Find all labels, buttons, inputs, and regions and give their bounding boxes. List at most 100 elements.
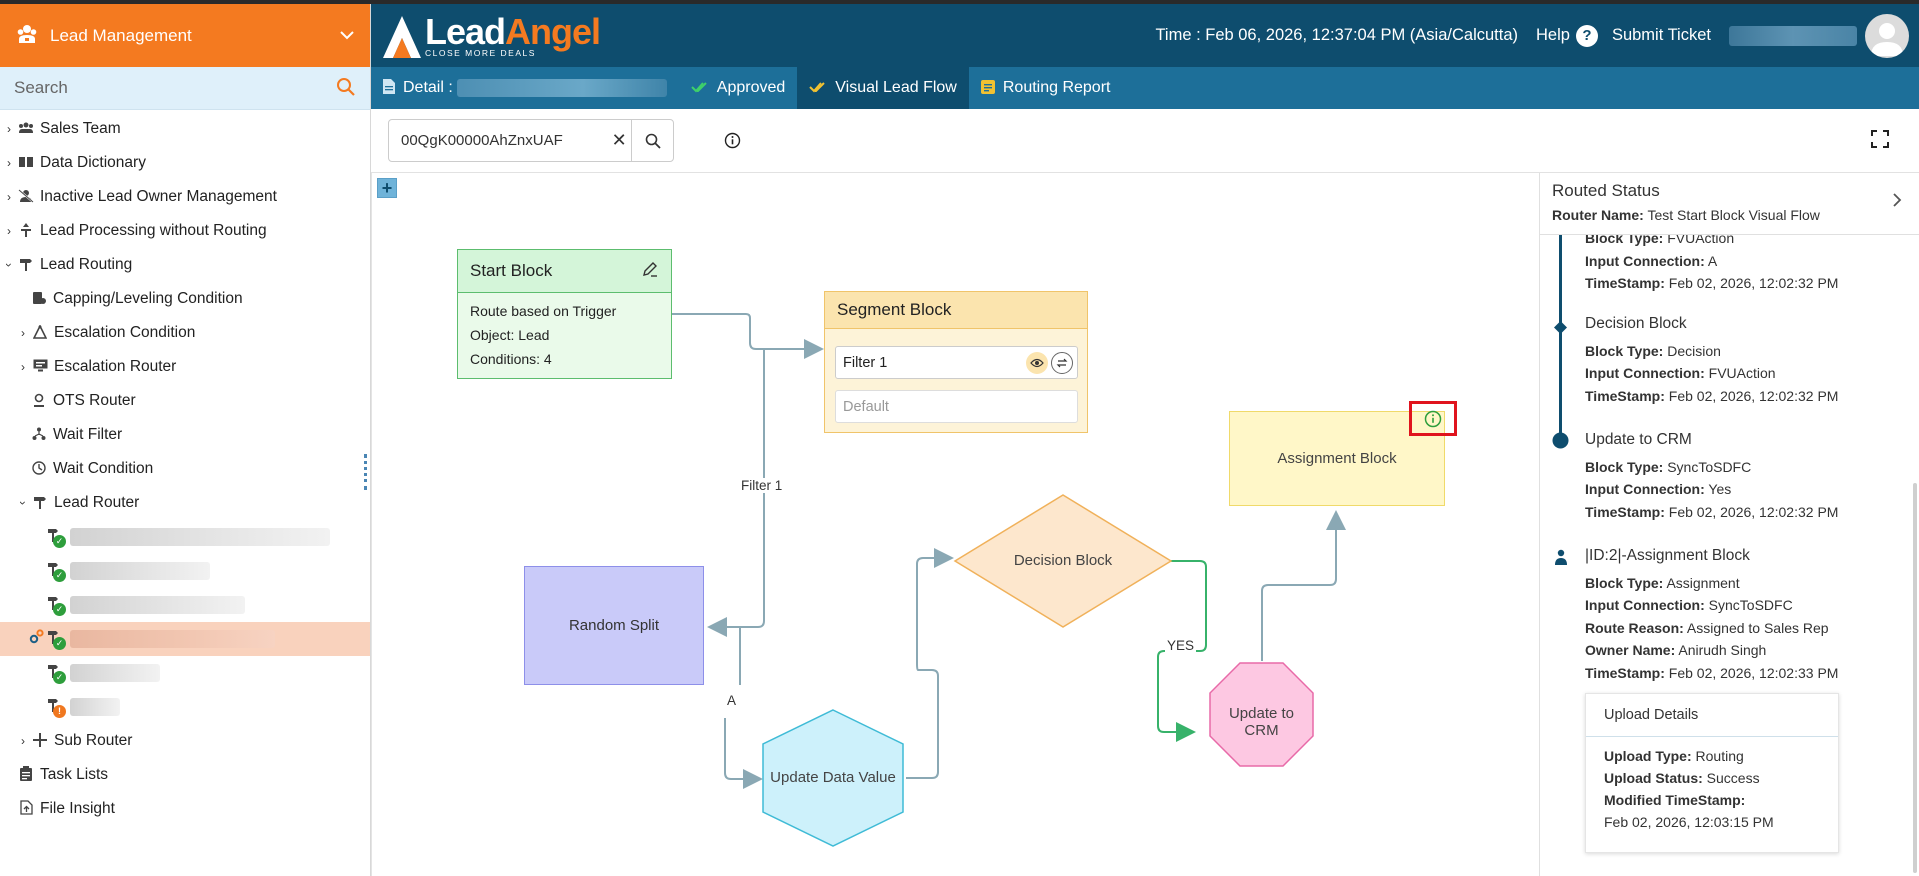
chevron-right-icon[interactable] (1891, 191, 1901, 214)
submit-ticket-link[interactable]: Submit Ticket (1612, 26, 1711, 45)
segment-filter-row[interactable]: Filter 1 (835, 346, 1078, 379)
timeline-entry: Decision Block Block Type: Decision Inpu… (1585, 313, 1838, 407)
field-key: TimeStamp: (1585, 275, 1665, 291)
field-key: Input Connection: (1585, 481, 1705, 497)
field-value: FVUAction (1667, 230, 1735, 246)
sidebar-item-escalation-condition[interactable]: › Escalation Condition (0, 316, 370, 350)
sidebar-item-label: Lead Processing without Routing (40, 222, 267, 239)
help-link[interactable]: Help (1536, 26, 1570, 45)
redacted-username[interactable] (1729, 25, 1857, 46)
chevron-right-icon[interactable]: › (4, 156, 14, 170)
search-icon[interactable] (336, 77, 356, 100)
random-split-block[interactable]: Random Split (524, 566, 704, 685)
entry-name: Update to CRM (1585, 431, 1692, 448)
sidebar-item-sales-team[interactable]: › Sales Team (0, 112, 370, 146)
router-entry[interactable]: ✓ (0, 656, 370, 690)
help-icon[interactable]: ? (1575, 24, 1598, 47)
top-bar: LeadAngel CLOSE MORE DEALS Time : Feb 06… (371, 4, 1919, 67)
connector-label-a: A (725, 693, 739, 708)
sidebar-item-lead-routing[interactable]: › Lead Routing (0, 248, 370, 282)
sidebar-item-wait-filter[interactable]: Wait Filter (0, 418, 370, 452)
edit-icon[interactable] (641, 260, 659, 283)
info-icon[interactable] (1424, 410, 1442, 428)
router-name-key: Router Name: (1552, 207, 1644, 223)
sidebar-item-inactive-lead-owner[interactable]: › Inactive Lead Owner Management (0, 180, 370, 214)
timeline-entry: Block Type: FVUAction Input Connection: … (1585, 227, 1838, 295)
segment-block-title: Segment Block (825, 292, 1087, 329)
router-entry[interactable]: ! (0, 690, 370, 724)
router-entry[interactable]: ✓ (0, 554, 370, 588)
sidebar-item-task-lists[interactable]: Task Lists (0, 758, 370, 792)
tab-visual-lead-flow[interactable]: Visual Lead Flow (797, 67, 969, 109)
flow-canvas[interactable]: + Start Block Route based on Trigger Obj… (371, 173, 1539, 876)
field-key: Upload Status: (1604, 770, 1703, 786)
router-active-icon: ✓ (44, 560, 66, 582)
timeline-line (1559, 235, 1562, 445)
sidebar-item-lead-router[interactable]: › Lead Router (0, 486, 370, 520)
chevron-down-icon[interactable]: › (2, 260, 16, 270)
router-entry[interactable]: ✓ (0, 588, 370, 622)
redacted-router-name (70, 596, 245, 614)
sidebar-item-data-dictionary[interactable]: › Data Dictionary (0, 146, 370, 180)
start-block-title: Start Block (470, 261, 553, 280)
start-block[interactable]: Start Block Route based on Trigger Objec… (457, 249, 672, 379)
segment-block[interactable]: Segment Block Filter 1 Default (824, 291, 1088, 433)
network-icon (30, 427, 48, 444)
upload-details-title: Upload Details (1586, 694, 1838, 737)
chevron-right-icon[interactable]: › (18, 326, 28, 340)
chevron-down-icon[interactable] (340, 27, 354, 45)
segment-default-row[interactable]: Default (835, 390, 1078, 423)
sidebar-item-escalation-router[interactable]: › Escalation Router (0, 350, 370, 384)
crm-dot-icon (1552, 432, 1569, 449)
eye-icon[interactable] (1026, 351, 1048, 374)
field-value: A (1707, 252, 1718, 269)
chevron-right-icon[interactable]: › (18, 360, 28, 374)
panel-scrollbar[interactable] (1913, 483, 1917, 873)
add-block-button[interactable]: + (377, 178, 397, 198)
fullscreen-icon[interactable] (1871, 130, 1889, 151)
sidebar-title: Lead Management (50, 25, 192, 45)
team-icon (17, 122, 35, 137)
chevron-down-icon[interactable]: › (16, 498, 30, 508)
tab-approved[interactable]: Approved (679, 67, 798, 109)
swap-icon[interactable] (1051, 351, 1073, 374)
chevron-right-icon[interactable]: › (4, 224, 14, 238)
sidebar: Lead Management › Sales Team › Data Dict… (0, 4, 371, 876)
sidebar-item-lead-processing[interactable]: › Lead Processing without Routing (0, 214, 370, 248)
field-value: Feb 02, 2026, 12:02:32 PM (1668, 275, 1839, 291)
sidebar-item-wait-condition[interactable]: Wait Condition (0, 452, 370, 486)
start-block-conditions: Conditions: 4 (470, 351, 552, 367)
hierarchy-icon (31, 323, 49, 342)
sidebar-item-capping[interactable]: Capping/Leveling Condition (0, 282, 370, 316)
sidebar-header[interactable]: Lead Management (0, 4, 370, 67)
info-icon[interactable] (724, 132, 741, 152)
chevron-right-icon[interactable]: › (4, 122, 14, 136)
router-entry[interactable]: ✓ (0, 520, 370, 554)
assignment-info-highlight[interactable] (1409, 401, 1457, 436)
field-key: Modified TimeStamp: (1604, 792, 1746, 808)
sidebar-search-input[interactable] (14, 78, 336, 98)
routed-status-title: Routed Status (1552, 181, 1660, 200)
search-button[interactable] (631, 120, 673, 161)
tab-routing-report[interactable]: Routing Report (969, 67, 1123, 109)
chevron-right-icon[interactable]: › (18, 734, 28, 748)
avatar[interactable] (1865, 13, 1909, 58)
close-icon[interactable]: ✕ (607, 130, 632, 151)
sidebar-item-sub-router[interactable]: › Sub Router (0, 724, 370, 758)
sidebar-item-label: Sub Router (54, 732, 133, 749)
field-key: Block Type: (1585, 230, 1664, 246)
sidebar-item-file-insight[interactable]: File Insight (0, 792, 370, 826)
start-block-trigger: Route based on Trigger (470, 303, 617, 319)
tab-detail[interactable]: Detail : (371, 67, 679, 109)
field-value: Assigned to Sales Rep (1686, 619, 1829, 636)
tab-label: Detail : (403, 79, 453, 96)
chevron-right-icon[interactable]: › (4, 190, 14, 204)
resize-handle[interactable] (364, 454, 367, 490)
start-block-object: Object: Lead (470, 327, 550, 343)
lead-id-input[interactable] (389, 132, 607, 149)
sidebar-item-ots-router[interactable]: OTS Router (0, 384, 370, 418)
field-key: TimeStamp: (1585, 387, 1665, 404)
leadangel-logo[interactable]: LeadAngel CLOSE MORE DEALS (379, 11, 601, 61)
router-entry-selected[interactable]: ✓ (0, 622, 370, 656)
redacted-router-name (70, 630, 275, 648)
